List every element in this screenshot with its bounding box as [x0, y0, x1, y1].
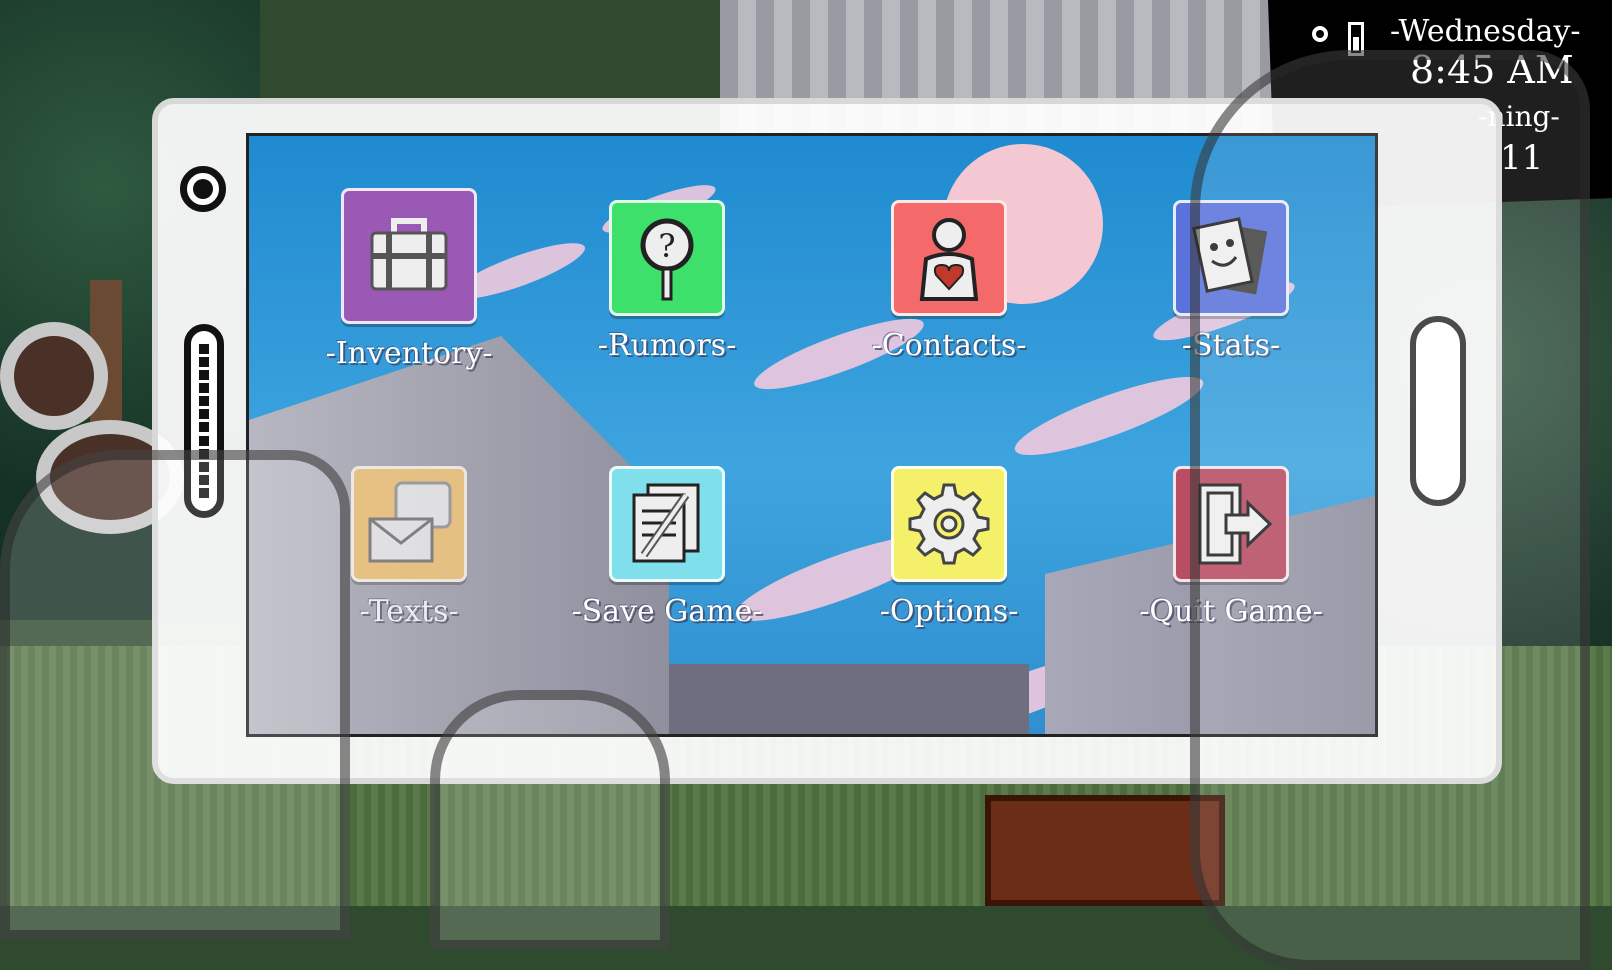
app-tile[interactable]	[351, 466, 467, 582]
app-label: -Options-	[879, 594, 1019, 629]
wooden-structure	[985, 795, 1225, 906]
app-label: -Contacts-	[871, 328, 1027, 363]
app-contacts[interactable]: -Contacts-	[799, 200, 1099, 400]
left-hand-overlay	[0, 450, 350, 940]
app-tile[interactable]: ?	[609, 200, 725, 316]
clock-day: -Wednesday-	[1390, 14, 1581, 49]
app-tile[interactable]	[891, 466, 1007, 582]
rooftop	[669, 664, 1029, 734]
camera-status-icon	[1312, 26, 1328, 42]
phone-camera-icon	[180, 166, 226, 212]
app-inventory[interactable]: -Inventory-	[259, 188, 559, 388]
left-thumb-overlay	[430, 690, 670, 950]
app-label: -Texts-	[359, 594, 459, 629]
app-label: -Inventory-	[325, 336, 493, 371]
app-label: -Save Game-	[571, 594, 763, 629]
app-tile[interactable]	[891, 200, 1007, 316]
app-options[interactable]: -Options-	[799, 466, 1099, 666]
app-label: -Rumors-	[597, 328, 737, 363]
person-heart-icon	[919, 218, 979, 301]
magnifier-question-icon: ?	[640, 218, 694, 301]
envelope-bubble-icon	[368, 481, 452, 563]
app-save-game[interactable]: -Save Game-	[517, 466, 817, 666]
notepad-pencil-icon	[632, 483, 700, 563]
app-tile[interactable]	[341, 188, 477, 324]
app-rumors[interactable]: ? -Rumors-	[517, 200, 817, 400]
briefcase-icon	[370, 218, 448, 291]
app-tile[interactable]	[609, 466, 725, 582]
planter	[0, 322, 108, 430]
svg-text:?: ?	[658, 227, 675, 265]
gear-icon	[908, 483, 990, 565]
right-hand-overlay	[1190, 50, 1590, 970]
